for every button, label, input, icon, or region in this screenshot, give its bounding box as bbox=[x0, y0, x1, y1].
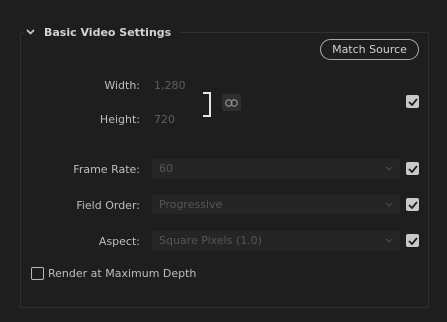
aspect-match-checkbox[interactable] bbox=[406, 234, 419, 247]
chevron-down-icon bbox=[385, 238, 393, 243]
section-header[interactable]: Basic Video Settings bbox=[24, 23, 180, 41]
height-field[interactable]: 720 bbox=[154, 113, 175, 126]
frame-rate-select[interactable]: 60 bbox=[152, 159, 400, 178]
checkmark-icon bbox=[407, 164, 418, 173]
section-title: Basic Video Settings bbox=[44, 25, 172, 39]
chevron-down-icon[interactable] bbox=[24, 26, 36, 38]
aspect-value: Square Pixels (1.0) bbox=[159, 234, 262, 247]
chevron-down-icon bbox=[385, 202, 393, 207]
aspect-select[interactable]: Square Pixels (1.0) bbox=[152, 231, 400, 250]
field-order-value: Progressive bbox=[159, 198, 223, 211]
aspect-link-bracket bbox=[203, 92, 211, 117]
constrain-proportions-button[interactable] bbox=[222, 94, 241, 111]
checkmark-icon bbox=[407, 200, 418, 209]
field-order-match-checkbox[interactable] bbox=[406, 198, 419, 211]
dimensions-match-checkbox[interactable] bbox=[406, 95, 419, 108]
width-label: Width: bbox=[104, 79, 140, 92]
chevron-down-icon bbox=[385, 166, 393, 171]
height-label: Height: bbox=[99, 113, 140, 126]
frame-rate-label: Frame Rate: bbox=[73, 163, 140, 176]
checkmark-icon bbox=[407, 236, 418, 245]
link-icon bbox=[225, 98, 238, 107]
checkmark-icon bbox=[407, 97, 418, 106]
render-max-depth-checkbox[interactable] bbox=[31, 267, 44, 280]
match-source-button[interactable]: Match Source bbox=[320, 39, 419, 60]
width-field[interactable]: 1,280 bbox=[154, 79, 186, 92]
frame-rate-match-checkbox[interactable] bbox=[406, 162, 419, 175]
export-settings-window: Basic Video Settings Match Source Width:… bbox=[0, 0, 447, 322]
aspect-label: Aspect: bbox=[98, 235, 140, 248]
frame-rate-value: 60 bbox=[159, 162, 173, 175]
render-max-depth-label: Render at Maximum Depth bbox=[48, 267, 197, 280]
field-order-select[interactable]: Progressive bbox=[152, 195, 400, 214]
field-order-label: Field Order: bbox=[76, 199, 140, 212]
